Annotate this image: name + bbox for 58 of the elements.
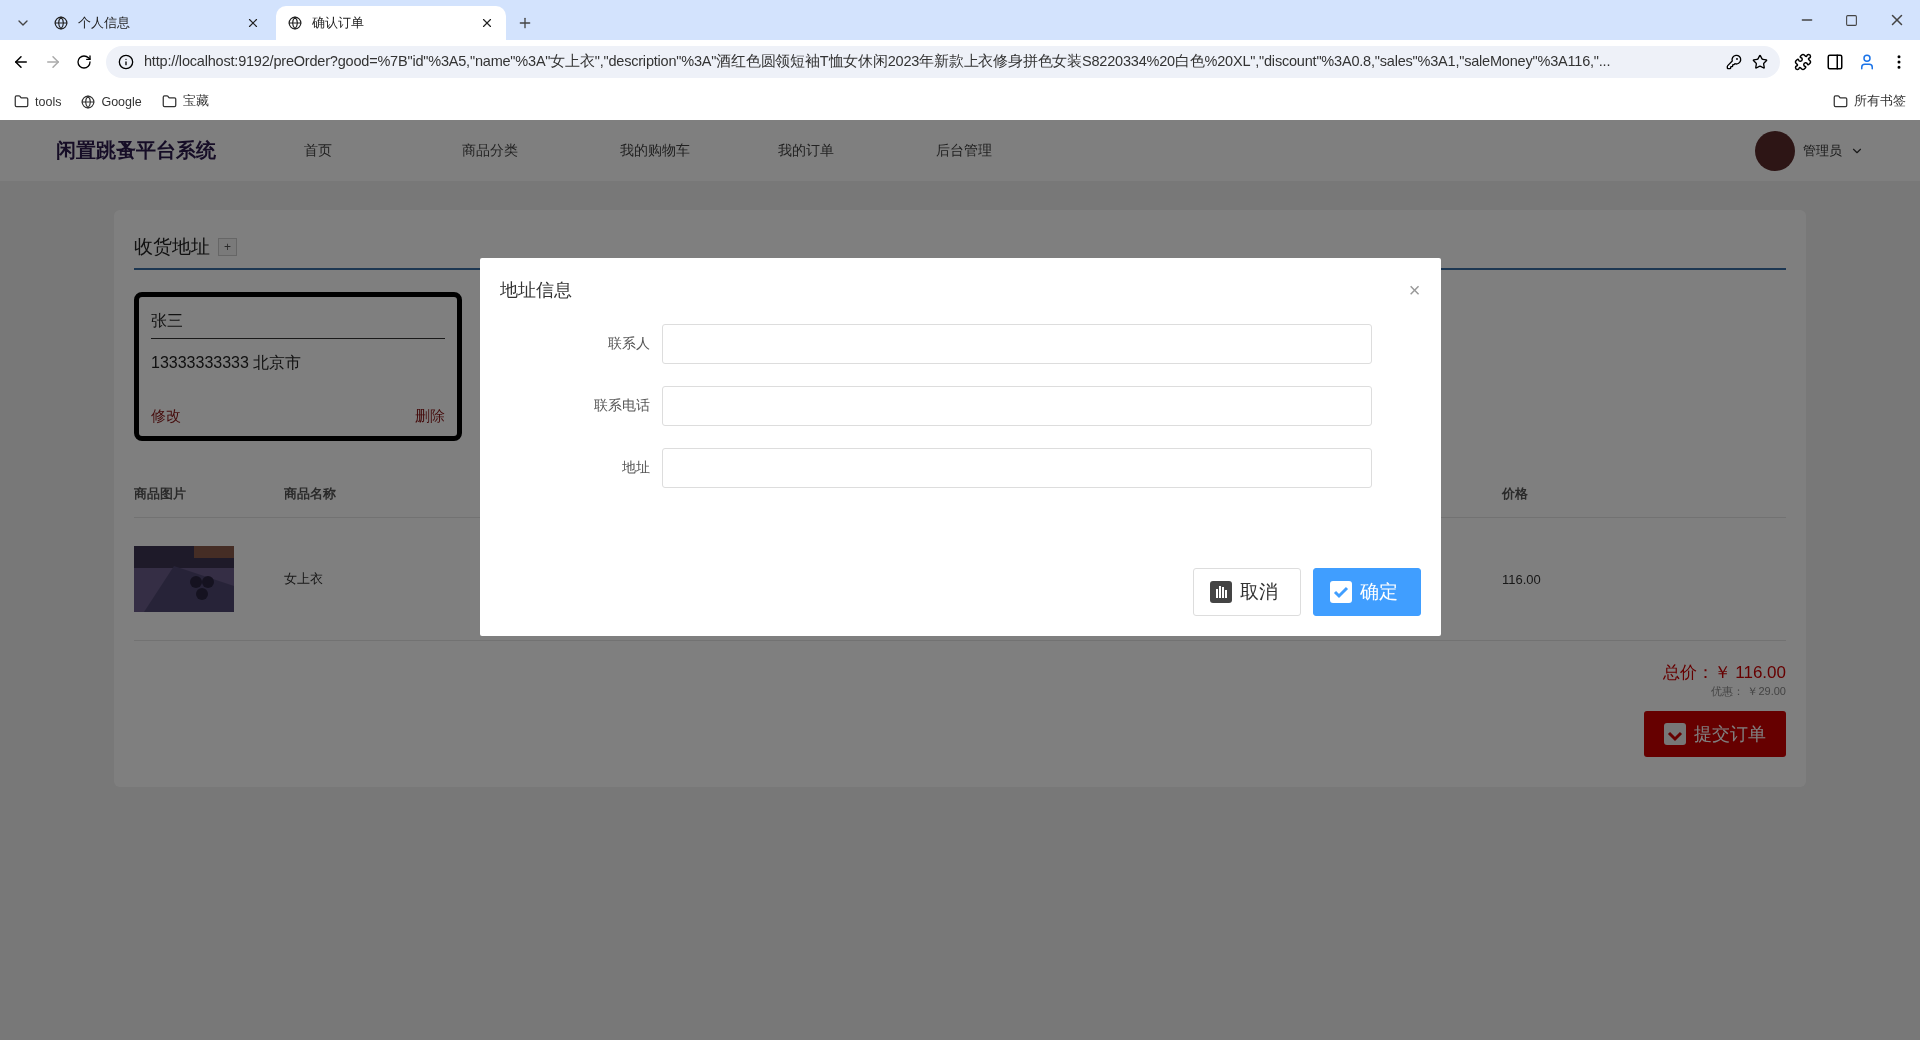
field-label: 联系电话 [592, 397, 650, 415]
close-icon[interactable] [480, 16, 494, 30]
product-price: 116.00 [1502, 571, 1541, 587]
folder-icon [14, 94, 29, 109]
delete-link[interactable]: 删除 [415, 407, 445, 426]
bookmark-label: 所有书签 [1854, 93, 1906, 110]
browser-tab[interactable]: 个人信息 [42, 6, 272, 40]
folder-icon [161, 94, 177, 109]
globe-icon [288, 16, 302, 30]
info-icon[interactable] [118, 53, 134, 70]
maximize-icon[interactable] [1845, 13, 1858, 27]
extensions-icon[interactable] [1794, 52, 1812, 71]
url-text: http://localhost:9192/preOrder?good=%7B"id"%3A5,"name"%3A"女上衣","description"%3A"酒红色圆领短袖T恤女休闲2023年新款上衣修身拼色女装S8220334%20白色%20XL","discount"%3A0.8,"sales"%3A1,"saleMoney"%3A116,"... [144, 52, 1612, 71]
bookmark[interactable]: Google [81, 94, 142, 109]
submit-order-button[interactable]: 提交订单 [1644, 711, 1786, 757]
add-address-button[interactable]: + [218, 238, 237, 256]
dialog-title: 地址信息 [499, 279, 572, 302]
reload-icon[interactable] [76, 53, 92, 70]
profile-icon[interactable] [1858, 52, 1876, 71]
cancel-button[interactable]: 取消 [1192, 568, 1301, 616]
globe-icon [54, 16, 68, 30]
close-button[interactable]: × [1408, 278, 1421, 302]
address-detail: 13333333333 北京市 [151, 353, 303, 373]
edit-link[interactable]: 修改 [151, 407, 181, 426]
browser-tab[interactable]: 确认订单 [276, 6, 506, 40]
all-bookmarks[interactable]: 所有书签 [1833, 93, 1906, 110]
folder-icon [1833, 94, 1848, 109]
contact-name: 张三 [151, 307, 445, 339]
nav-link[interactable]: 首页 [304, 141, 462, 160]
confirm-button[interactable]: 确定 [1312, 568, 1421, 616]
bookmark[interactable]: tools [14, 94, 62, 109]
site-brand: 闲置跳蚤平台系统 [56, 138, 217, 163]
column-header: 商品图片 [134, 471, 284, 518]
key-icon[interactable] [1726, 53, 1742, 70]
input-field[interactable] [661, 324, 1372, 364]
section-title: 收货地址 [134, 235, 210, 259]
input-field[interactable] [661, 448, 1372, 488]
field-label: 联系人 [606, 335, 650, 353]
column-header: 价格 [1502, 471, 1786, 518]
user-name[interactable]: 管理员 [1803, 141, 1842, 160]
globe-icon [81, 94, 96, 109]
bookmark-label: 宝藏 [182, 93, 209, 110]
bookmark[interactable]: 宝藏 [161, 93, 209, 110]
bookmark-label: tools [35, 94, 62, 109]
total-price: 总价：￥ 116.00 [1662, 662, 1786, 684]
bookmark-label: Google [101, 94, 142, 109]
nav-link[interactable]: 我的订单 [778, 141, 936, 160]
address-card[interactable]: 张三 13333333333 北京市 修改 删除 [134, 292, 462, 441]
nav-link[interactable]: 商品分类 [462, 141, 620, 160]
side-panel-icon[interactable] [1826, 52, 1844, 71]
input-field[interactable] [661, 386, 1372, 426]
nav-link[interactable]: 后台管理 [936, 141, 1094, 160]
address-bar[interactable]: http://localhost:9192/preOrder?good=%7B"id"%3A5,"name"%3A"女上衣","description"%3A"酒红色圆领短袖T恤女休闲2023年新款上衣修身拼色女装S8220334%20白色%20XL","discount"%3A0.8,"sales"%3A1,"saleMoney"%3A116,"... [106, 45, 1780, 78]
close-icon[interactable] [246, 16, 260, 30]
avatar[interactable] [1755, 130, 1795, 171]
nav-link[interactable]: 我的购物车 [620, 141, 778, 160]
star-icon[interactable] [1752, 53, 1768, 70]
product-name: 女上衣 [284, 570, 323, 588]
